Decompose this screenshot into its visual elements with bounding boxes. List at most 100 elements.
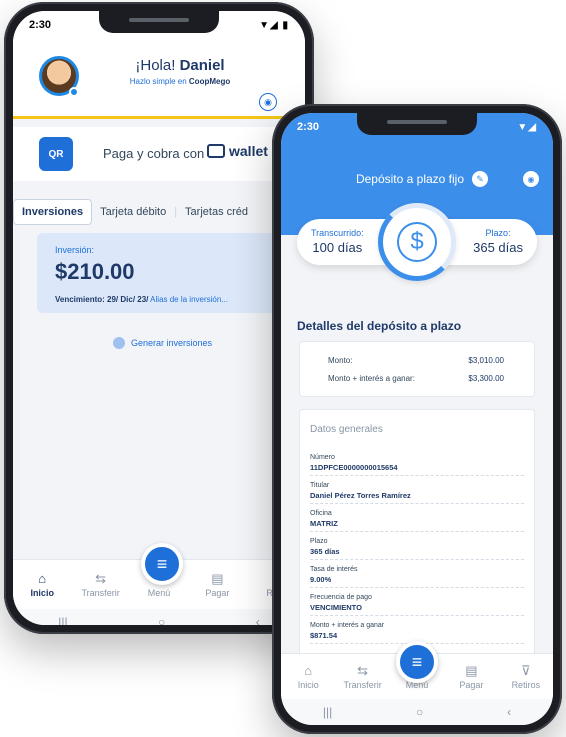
nav-retiros-label: Retiros [511,679,541,690]
field-plazo: Plazo 365 días [310,538,524,560]
amount-interest-value: $3,300.00 [468,374,504,383]
status-time: 2:30 [29,19,52,31]
nav-pagar-label: Pagar [205,587,230,598]
field-value: $871.54 [310,631,338,640]
details-title: Detalles del depósito a plazo [297,319,462,333]
tab-inversiones[interactable]: Inversiones [13,199,93,225]
signal-icon: ▼◢ ▮ [259,19,289,31]
field-label: Monto + interés a ganar [310,622,385,629]
nav-inicio[interactable]: ⌂ Inicio [281,654,335,699]
pay-icon: ▤ [211,570,224,586]
field-label: Oficina [310,510,332,517]
status-bar: 2:30 ▼◢ ▮ [29,17,289,33]
general-data-card: Datos generales Número 11DPFCE0000000015… [299,409,535,665]
amount-value: $3,010.00 [468,356,504,365]
greeting-prefix: ¡Hola! [135,57,176,74]
deposit-screen: 2:30 ▼◢ Depósito a plazo fijo ✎ ◉ Transc… [281,113,553,725]
edit-icon[interactable]: ✎ [472,171,489,187]
field-value: 9.00% [310,575,332,584]
field-frecuencia: Frecuencia de pago VENCIMIENTO [310,594,524,616]
qr-icon: QR [39,137,73,171]
field-value: MATRIZ [310,519,338,528]
field-value: 365 días [310,547,340,556]
field-value: VENCIMIENTO [310,603,362,612]
wallet-text: Paga y cobra con [103,146,205,161]
nav-pagar[interactable]: ▤ Pagar [444,654,498,699]
wallet-logo: wallet [207,143,268,159]
field-label: Plazo [310,538,328,545]
eye-icon[interactable]: ◉ [523,171,539,187]
back-icon[interactable]: ‹ [256,615,260,625]
user-name: Daniel [179,57,225,74]
avatar-badge-icon [69,87,79,97]
nav-inicio-label: Inicio [30,587,54,598]
generate-investments-button[interactable]: Generar inversiones [113,337,212,349]
tab-tarjetas-credito[interactable]: Tarjetas créd [177,200,256,224]
field-value: 11DPFCE0000000015654 [310,463,398,472]
nav-transferir[interactable]: ⇆ Transferir [71,560,129,609]
status-time: 2:30 [297,121,320,133]
general-title: Datos generales [310,424,383,435]
system-nav: ||| ○ ‹ [13,609,305,625]
transfer-icon: ⇆ [357,662,369,678]
amount-interest-row: Monto + interés a ganar: $3,300.00 [328,374,504,383]
term-label: Plazo: [485,228,511,238]
home-icon: ⌂ [38,570,47,586]
wallet-brand: wallet [229,143,268,159]
field-label: Número [310,454,335,461]
plus-icon [113,337,125,349]
nav-inicio-label: Inicio [297,679,319,690]
tab-tarjeta-debito[interactable]: Tarjeta débito [92,200,174,224]
term-value: 365 días [473,240,523,255]
back-icon[interactable]: ‹ [507,705,511,719]
nav-inicio[interactable]: ⌂ Inicio [13,560,71,609]
home-circle-icon[interactable]: ○ [416,705,423,719]
status-bar: 2:30 ▼◢ [297,119,537,135]
wallet-banner[interactable]: QR Paga y cobra con wallet [13,127,305,181]
elapsed-label: Transcurrido: [311,228,364,238]
menu-icon[interactable]: ≡ [396,641,438,683]
field-numero: Número 11DPFCE0000000015654 [310,454,524,476]
due-value: 29/ Dic/ 23/ [107,295,149,304]
nav-transferir[interactable]: ⇆ Transferir [335,654,389,699]
deposit-title-row: Depósito a plazo fijo ✎ [331,171,513,187]
home-screen: 2:30 ▼◢ ▮ ¡Hola! Daniel Hazlo simple en … [13,11,305,625]
home-circle-icon[interactable]: ○ [158,615,165,625]
field-label: Frecuencia de pago [310,594,372,601]
nav-retiros[interactable]: ⊽ Retiros [499,654,553,699]
product-tabs: Inversiones Tarjeta débito | Tarjetas cr… [13,197,305,227]
withdraw-icon: ⊽ [521,662,531,678]
investment-label: Inversión: [55,245,95,255]
nav-pagar[interactable]: ▤ Pagar [188,560,246,609]
recents-icon[interactable]: ||| [323,705,332,719]
page-title: Depósito a plazo fijo [355,172,465,186]
dollar-icon: $ [397,222,437,262]
pay-icon: ▤ [465,662,478,678]
menu-icon[interactable]: ≡ [141,543,183,585]
brand-name: CoopMego [188,77,231,86]
wallet-icon [207,144,225,158]
field-label: Titular [310,482,330,489]
transfer-icon: ⇆ [95,570,107,586]
nav-transferir-label: Transferir [343,679,382,690]
generate-investments-label: Generar inversiones [131,338,213,348]
field-titular: Titular Daniel Pérez Torres Ramírez [310,482,524,504]
investment-alias: Alias de la inversión... [150,295,228,304]
nav-pagar-label: Pagar [459,679,484,690]
due-label: Vencimiento: [55,295,105,304]
stage: 2:30 ▼◢ ▮ ¡Hola! Daniel Hazlo simple en … [0,0,566,737]
field-value: Daniel Pérez Torres Ramírez [310,491,411,500]
recents-icon[interactable]: ||| [58,615,67,625]
greeting: ¡Hola! Daniel Hazlo simple en CoopMego [105,57,255,86]
progress-dial: $ [378,203,456,281]
nav-menu-label: Menú [147,587,171,598]
eye-icon[interactable]: ◉ [259,93,277,111]
field-oficina: Oficina MATRIZ [310,510,524,532]
phone-deposit: 2:30 ▼◢ Depósito a plazo fijo ✎ ◉ Transc… [272,104,562,734]
amount-label: Monto: [328,356,353,365]
amount-row: Monto: $3,010.00 [328,356,504,365]
field-tasa: Tasa de interés 9.00% [310,566,524,588]
amount-interest-label: Monto + interés a ganar: [328,374,415,383]
investment-card[interactable]: Inversión: $210.00 ⋯ Vencimiento: 29/ Di… [37,233,295,313]
system-nav: ||| ○ ‹ [281,699,553,725]
